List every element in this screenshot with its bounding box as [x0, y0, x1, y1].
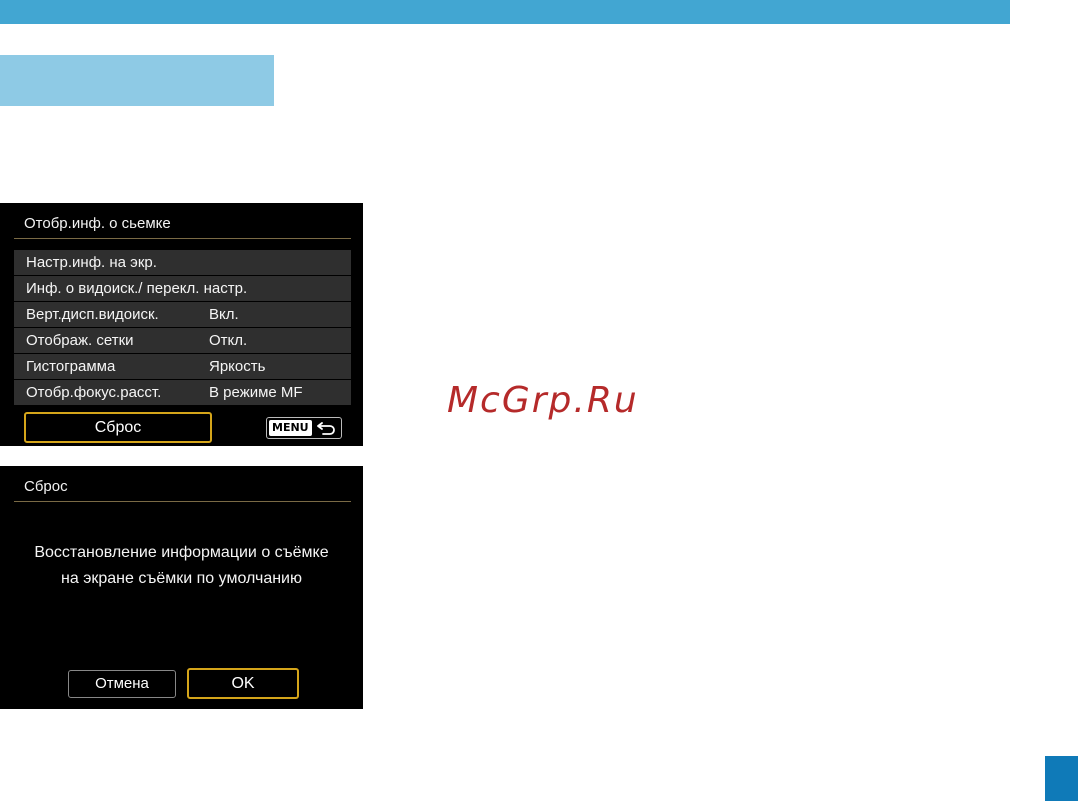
menu-list: Настр.инф. на экр. Инф. о видоиск./ пере… — [14, 250, 351, 406]
dialog-message: Восстановление информации о съёмке на эк… — [0, 540, 363, 592]
title-divider — [14, 238, 351, 239]
page-marker — [1045, 756, 1078, 801]
dialog-title: Сброс — [24, 478, 68, 495]
menu-item-value: Яркость — [209, 358, 266, 375]
menu-chip: MENU — [269, 420, 312, 436]
dialog-message-line: Восстановление информации о съёмке — [34, 544, 329, 561]
menu-item-label: Настр.инф. на экр. — [26, 254, 157, 271]
return-arrow-icon — [316, 422, 335, 435]
reset-button[interactable]: Сброс — [24, 412, 212, 443]
dialog-message-line: на экране съёмки по умолчанию — [61, 570, 302, 587]
menu-item-value: Вкл. — [209, 306, 239, 323]
menu-item-vertical-viewfinder[interactable]: Верт.дисп.видоиск. Вкл. — [14, 302, 351, 327]
menu-item-histogram[interactable]: Гистограмма Яркость — [14, 354, 351, 379]
menu-item-value: Откл. — [209, 332, 248, 349]
watermark: McGrp.Ru — [447, 380, 639, 421]
menu-item-label: Гистограмма — [26, 358, 116, 375]
top-header-bar — [0, 0, 1010, 24]
title-divider — [14, 501, 351, 502]
menu-item-label: Отобр.фокус.расст. — [26, 384, 162, 401]
menu-item-value: В режиме MF — [209, 384, 303, 401]
menu-item-label: Отображ. сетки — [26, 332, 134, 349]
menu-back-button[interactable]: MENU — [266, 417, 342, 439]
menu-item-screen-info-settings[interactable]: Настр.инф. на экр. — [14, 250, 351, 275]
menu-item-label: Верт.дисп.видоиск. — [26, 306, 159, 323]
screen-title: Отобр.инф. о сьемке — [24, 215, 171, 232]
camera-screen-info-display: Отобр.инф. о сьемке Настр.инф. на экр. И… — [0, 203, 363, 446]
menu-item-viewfinder-info[interactable]: Инф. о видоиск./ перекл. настр. — [14, 276, 351, 301]
ok-button[interactable]: OK — [187, 668, 299, 699]
menu-item-grid-display[interactable]: Отображ. сетки Откл. — [14, 328, 351, 353]
menu-item-focus-distance[interactable]: Отобр.фокус.расст. В режиме MF — [14, 380, 351, 405]
cancel-button[interactable]: Отмена — [68, 670, 176, 698]
camera-screen-reset-dialog: Сброс Восстановление информации о съёмке… — [0, 466, 363, 709]
section-tab — [0, 55, 274, 106]
menu-item-label: Инф. о видоиск./ перекл. настр. — [26, 280, 248, 297]
